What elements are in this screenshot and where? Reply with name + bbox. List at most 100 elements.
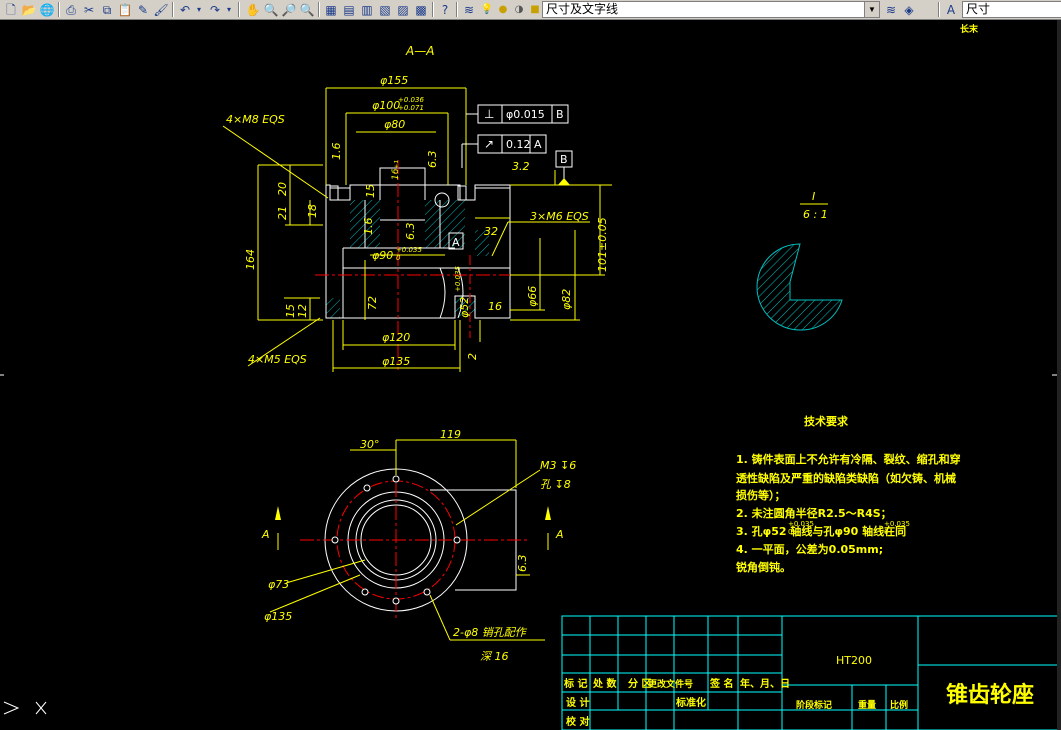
svg-text:+0.035: +0.035: [454, 266, 462, 292]
tool-palette-icon[interactable]: ▥: [358, 1, 376, 18]
zoom-realtime-icon[interactable]: 🔍: [262, 1, 280, 18]
svg-text:6 : 1: 6 : 1: [803, 208, 828, 221]
save-icon[interactable]: 🌐: [38, 1, 56, 18]
svg-text:2-φ8 销孔配作: 2-φ8 销孔配作: [453, 626, 528, 639]
m6-callout: 3×M6 EQS: [530, 210, 589, 223]
svg-text:32: 32: [484, 225, 498, 238]
section-title: A—A: [405, 44, 434, 58]
svg-text:年、月、日: 年、月、日: [740, 677, 790, 690]
svg-text:φ135: φ135: [264, 610, 292, 623]
svg-text:3.2: 3.2: [512, 160, 530, 173]
svg-text:φ73: φ73: [268, 578, 289, 591]
markup-icon[interactable]: ▨: [394, 1, 412, 18]
svg-text:深 16: 深 16: [480, 650, 509, 663]
perp-tolerance: φ0.015: [506, 108, 545, 121]
svg-text:φ90: φ90: [372, 249, 393, 262]
zoom-window-icon[interactable]: 🔎: [280, 1, 298, 18]
layer-value: 尺寸及文字线: [546, 2, 619, 16]
calculator-icon[interactable]: ▩: [412, 1, 430, 18]
svg-text:2. 未注圆角半径R2.5～R4S；: 2. 未注圆角半径R2.5～R4S；: [736, 506, 892, 520]
svg-text:18: 18: [306, 204, 319, 218]
svg-text:标准化: 标准化: [675, 696, 706, 709]
properties-icon[interactable]: ▦: [322, 1, 340, 18]
new-icon[interactable]: 🗋: [2, 1, 20, 18]
svg-text:6.3: 6.3: [516, 555, 529, 573]
technical-notes: 技术要求 1. 铸件表面上不允许有冷隔、裂纹、缩孔和穿 透性缺陷及严重的缺陷类缺…: [736, 414, 961, 574]
svg-text:φ82: φ82: [560, 289, 573, 310]
svg-text:比例: 比例: [890, 699, 908, 711]
datum-a-label: A: [452, 236, 460, 249]
svg-text:A: A: [261, 528, 270, 541]
copy-icon[interactable]: ⧉: [98, 1, 116, 18]
ucs-icon: [0, 374, 1057, 715]
style-value: 尺寸: [966, 2, 991, 16]
section-view: A—A ⊥ φ0.015 B ↗ 0.12 A B A φ155 φ100 +0…: [222, 44, 612, 372]
layer-states-icon[interactable]: ◈: [900, 1, 918, 18]
paste-icon[interactable]: 📋: [116, 1, 134, 18]
svg-text:3. 孔φ52 轴线与孔φ90 轴线在同: 3. 孔φ52 轴线与孔φ90 轴线在同: [736, 524, 906, 538]
svg-text:4. 一平面，公差为0.05mm;: 4. 一平面，公差为0.05mm;: [736, 542, 883, 556]
svg-text:6.3: 6.3: [426, 151, 439, 169]
svg-text:校 对: 校 对: [566, 715, 589, 728]
svg-text:孔 ↧8: 孔 ↧8: [540, 478, 571, 491]
svg-text:设 计: 设 计: [566, 696, 589, 709]
svg-text:φ135: φ135: [382, 355, 410, 368]
svg-text:0: 0: [396, 254, 401, 262]
layer-dropdown[interactable]: 尺寸及文字线 ▼: [542, 1, 880, 18]
chevron-down-icon[interactable]: ▼: [864, 2, 879, 17]
drawing-canvas[interactable]: A—A ⊥ φ0.015 B ↗ 0.12 A B A φ155 φ100 +0…: [0, 20, 1061, 730]
redo-icon[interactable]: ↷: [206, 1, 224, 18]
brush-icon[interactable]: 🖌: [152, 1, 170, 18]
svg-text:φ100: φ100: [372, 99, 400, 112]
svg-text:φ80: φ80: [384, 118, 405, 131]
svg-text:⊥: ⊥: [484, 107, 494, 121]
svg-text:M3 ↧6: M3 ↧6: [540, 459, 576, 472]
text-style-icon[interactable]: A: [942, 1, 960, 18]
plot-icon[interactable]: ⎙: [62, 1, 80, 18]
svg-text:签 名: 签 名: [709, 677, 733, 690]
zoom-previous-icon[interactable]: 🔍: [298, 1, 316, 18]
svg-text:119: 119: [440, 428, 461, 441]
part-name: 锥齿轮座: [946, 682, 1034, 708]
help-icon[interactable]: ?: [436, 1, 454, 18]
svg-text:I: I: [812, 190, 815, 203]
vertical-scrollbar[interactable]: [1057, 20, 1061, 730]
svg-text:16₊₁: 16₊₁: [391, 160, 401, 180]
svg-text:12: 12: [296, 304, 309, 318]
svg-text:72: 72: [366, 296, 379, 310]
svg-text:1.6: 1.6: [362, 218, 375, 236]
svg-text:标 记: 标 记: [563, 677, 587, 690]
svg-text:0: 0: [884, 528, 888, 536]
detail-view: I 6 : 1: [756, 190, 843, 331]
match-prop-icon[interactable]: ✎: [134, 1, 152, 18]
svg-text:20: 20: [276, 182, 289, 196]
svg-text:长末: 长末: [960, 23, 979, 35]
undo-dropdown-icon[interactable]: ▾: [194, 1, 204, 18]
layer-prev-icon[interactable]: ≋: [882, 1, 900, 18]
svg-text:2: 2: [466, 353, 479, 360]
svg-text:6.3: 6.3: [404, 223, 417, 241]
runout-tolerance: 0.12: [506, 138, 531, 151]
undo-icon[interactable]: ↶: [176, 1, 194, 18]
svg-text:技术要求: 技术要求: [804, 414, 849, 428]
svg-text:B: B: [556, 108, 564, 121]
svg-text:+0.071: +0.071: [398, 104, 424, 112]
layers-icon[interactable]: ≋: [460, 1, 478, 18]
svg-text:30°: 30°: [360, 438, 380, 451]
design-center-icon[interactable]: ▤: [340, 1, 358, 18]
svg-text:↗: ↗: [484, 137, 494, 151]
svg-text:A: A: [534, 138, 542, 151]
cut-icon[interactable]: ✂: [80, 1, 98, 18]
svg-text:φ155: φ155: [380, 74, 408, 87]
svg-text:+0.036: +0.036: [398, 96, 424, 104]
svg-text:1. 铸件表面上不允许有冷隔、裂纹、缩孔和穿: 1. 铸件表面上不允许有冷隔、裂纹、缩孔和穿: [736, 452, 961, 466]
style-dropdown[interactable]: 尺寸: [962, 1, 1061, 18]
svg-text:1.6: 1.6: [330, 143, 343, 161]
m5-callout: 4×M5 EQS: [248, 353, 307, 366]
redo-dropdown-icon[interactable]: ▾: [224, 1, 234, 18]
open-icon[interactable]: 📂: [20, 1, 38, 18]
pan-icon[interactable]: ✋: [244, 1, 262, 18]
sheetset-icon[interactable]: ▧: [376, 1, 394, 18]
svg-text:更改文件号: 更改文件号: [648, 678, 693, 690]
svg-text:φ52: φ52: [458, 297, 471, 318]
